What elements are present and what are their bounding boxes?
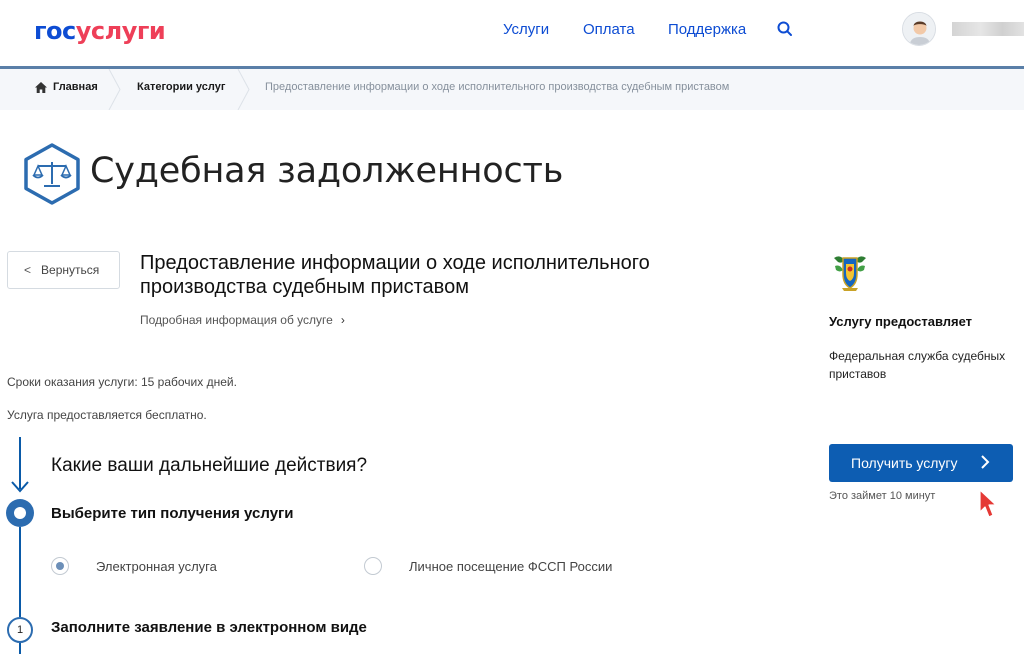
next-actions-question: Какие ваши дальнейшие действия? [51, 455, 368, 476]
logo-part-gos: гос [34, 17, 76, 45]
chevron-right-icon: › [340, 313, 345, 327]
breadcrumb-categories[interactable]: Категории услуг [137, 81, 225, 93]
service-eta: Это займет 10 минут [829, 490, 936, 502]
page-title: Судебная задолженность [90, 151, 564, 191]
scales-icon [24, 143, 80, 205]
nav-services[interactable]: Услуги [503, 21, 549, 38]
breadcrumb-current: Предоставление информации о ходе исполни… [265, 81, 730, 93]
provider-heading: Услугу предоставляет [829, 314, 973, 329]
timeline-step-active [6, 499, 34, 527]
service-title: Предоставление информации о ходе исполни… [140, 252, 650, 298]
arrow-down-icon [11, 481, 29, 493]
timeline-line [19, 643, 21, 654]
site-header: госуслуги Услуги Оплата Поддержка [0, 0, 1024, 66]
user-name-blurred[interactable] [952, 22, 1024, 36]
radio-electronic-label[interactable]: Электронная услуга [96, 559, 217, 574]
service-details-label: Подробная информация об услуге [140, 313, 333, 327]
breadcrumb-separator [108, 69, 121, 110]
radio-electronic[interactable] [51, 557, 69, 575]
logo-part-uslugi: услуги [75, 17, 166, 45]
get-service-label: Получить услугу [851, 455, 958, 471]
timeline-line [19, 527, 21, 617]
chevron-right-icon [981, 455, 990, 469]
user-avatar-icon[interactable] [902, 12, 936, 46]
nav-support[interactable]: Поддержка [668, 21, 746, 38]
mouse-cursor-icon [979, 489, 997, 518]
radio-personal-visit[interactable] [364, 557, 382, 575]
breadcrumb: Главная Категории услуг Предоставление и… [0, 66, 1024, 110]
chevron-left-icon: < [24, 263, 32, 277]
step-choose-type-title: Выберите тип получения услуги [51, 505, 294, 522]
service-details-link[interactable]: Подробная информация об услуге › [140, 313, 345, 327]
get-service-button[interactable]: Получить услугу [829, 444, 1013, 482]
breadcrumb-separator [237, 69, 250, 110]
back-button[interactable]: < Вернуться [7, 251, 120, 289]
timeline-step-number: 1 [7, 617, 33, 643]
search-icon[interactable] [776, 20, 794, 38]
gosuslugi-logo[interactable]: госуслуги [34, 17, 166, 45]
fssp-emblem-icon [834, 256, 866, 291]
breadcrumb-home[interactable]: Главная [53, 81, 98, 93]
step-fill-form-title: Заполните заявление в электронном виде [51, 619, 367, 636]
nav-payment[interactable]: Оплата [583, 21, 635, 38]
service-price: Услуга предоставляется бесплатно. [7, 408, 207, 422]
radio-personal-visit-label[interactable]: Личное посещение ФССП России [409, 559, 612, 574]
home-icon [35, 82, 47, 93]
provider-name: Федеральная служба судебных приставов [829, 349, 1006, 381]
back-button-label: Вернуться [41, 263, 100, 277]
service-term: Сроки оказания услуги: 15 рабочих дней. [7, 375, 237, 389]
